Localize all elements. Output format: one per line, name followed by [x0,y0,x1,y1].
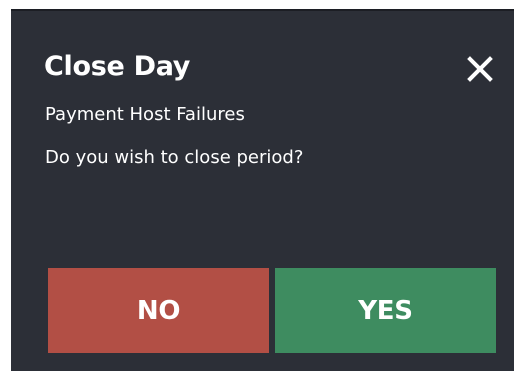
dialog-subtitle: Payment Host Failures [45,104,245,125]
close-icon [467,56,493,82]
screen: Close Day Payment Host Failures Do you w… [0,0,514,371]
close-day-dialog: Close Day Payment Host Failures Do you w… [11,9,514,371]
dialog-title: Close Day [44,51,191,82]
no-button[interactable]: NO [48,268,269,353]
yes-button[interactable]: YES [275,268,496,353]
dialog-question: Do you wish to close period? [45,147,304,168]
close-button[interactable] [466,55,494,83]
